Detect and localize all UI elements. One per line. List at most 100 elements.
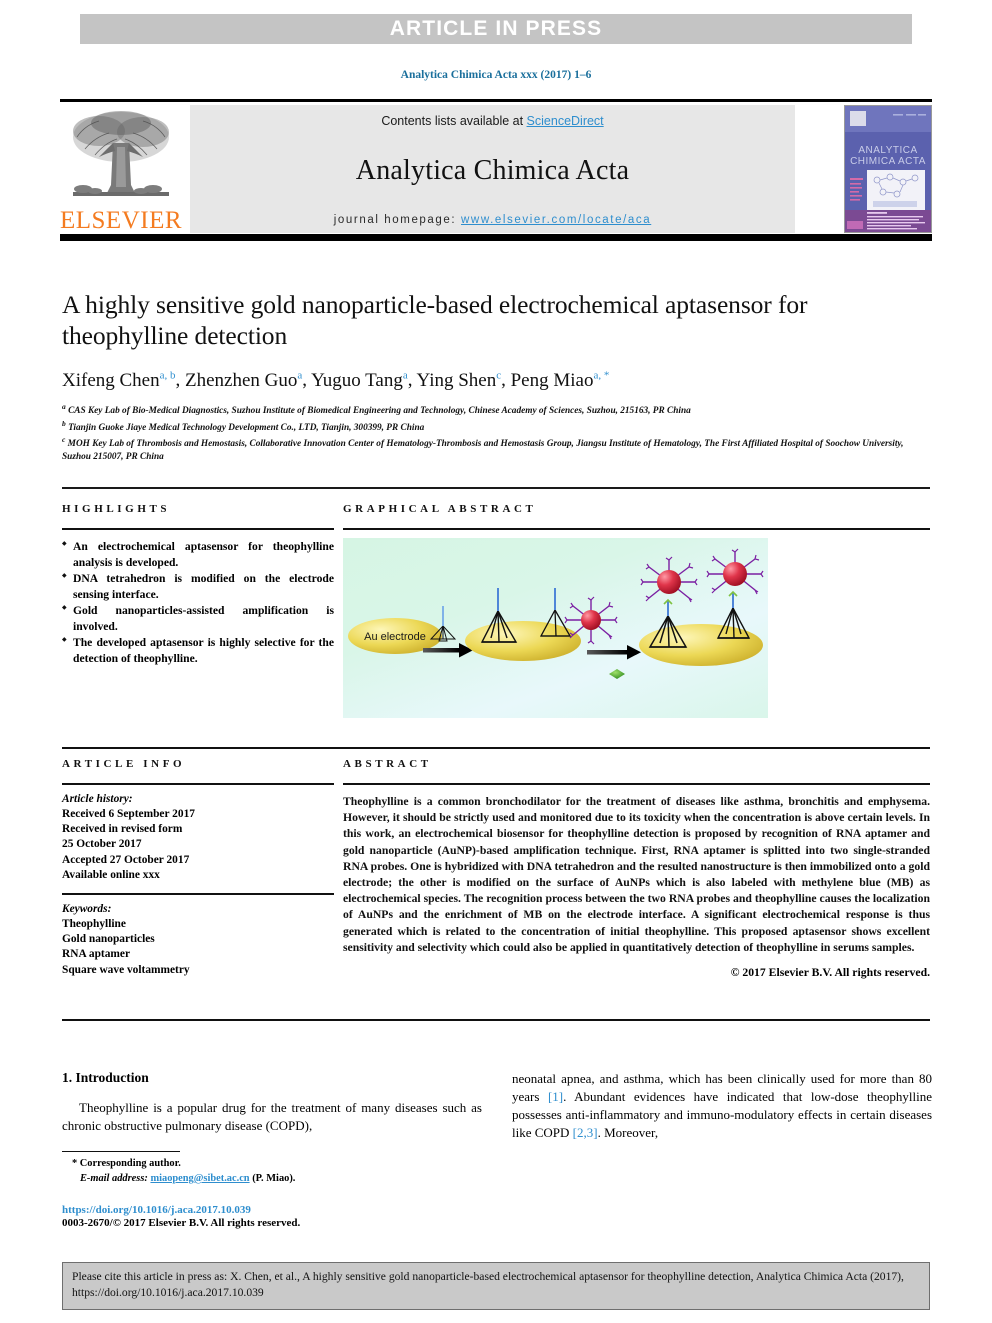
affiliation-text: Tianjin Guoke Jiaye Medical Technology D… [68,422,425,433]
elsevier-tree-icon [73,111,169,196]
author-entry[interactable]: Zhenzhen Guoa [185,369,303,391]
theophylline-molecule [609,669,625,679]
affiliation-mark: b [62,418,66,428]
article-info-heading: ARTICLE INFO [62,758,186,770]
info-zone-bottom-rule [62,1019,930,1021]
svg-text:ANALYTICA: ANALYTICA [858,145,917,156]
corresponding-author-note: * Corresponding author. [72,1158,181,1170]
history-item: Received in revised form [62,823,183,836]
footnote-rule [62,1150,180,1153]
please-cite-box: Please cite this article in press as: X.… [62,1262,930,1310]
abstract-text: Theophylline is a common bronchodilator … [343,795,930,954]
article-in-press-banner: ARTICLE IN PRESS [80,14,912,44]
author-affil-mark: a [297,369,303,382]
bound-aunp-left [640,556,698,603]
affiliation-item: c MOH Key Lab of Thrombosis and Hemostas… [62,435,930,464]
article-history-label: Article history: [62,793,133,805]
list-item: DNA tetrahedron is modified on the elect… [62,571,334,602]
journal-homepage-link[interactable]: www.elsevier.com/locate/aca [461,214,651,226]
issn-copyright-line: 0003-2670/© 2017 Elsevier B.V. All right… [62,1216,301,1229]
section-title-introduction: 1. Introduction [62,1070,149,1085]
article-in-press-label: ARTICLE IN PRESS [389,17,603,40]
corresponding-email-link[interactable]: miaopeng@sibet.ac.cn [150,1173,249,1184]
intro-text-part: . Moreover, [597,1124,659,1140]
au-electrode-label: Au electrode [364,631,426,643]
svg-text:CHIMICA ACTA: CHIMICA ACTA [850,156,926,167]
masthead-body: ELSEVIER Contents lists available at Sci… [60,103,932,233]
journal-cover-thumbnail: ANALYTICA CHIMICA ACTA [844,105,932,233]
email-label: E-mail address: [80,1172,148,1184]
author-name: Peng Miao [510,369,594,391]
email-suffix: (P. Miao). [252,1172,296,1184]
author-affil-mark: c [496,369,502,382]
aptasensor-schematic: Au electrode [348,548,764,679]
highlights-list: An electrochemical aptasensor for theoph… [62,539,334,666]
article-info-section: ARTICLE INFO Article history: Received 6… [62,758,334,978]
author-entry[interactable]: Peng Miaoa, * [510,369,610,391]
list-item: An electrochemical aptasensor for theoph… [62,539,334,570]
article-info-rule [62,783,334,785]
author-name: Xifeng Chen [62,369,160,391]
bound-aunp-right [706,548,764,595]
journal-homepage-label: journal homepage: [333,214,457,226]
elsevier-wordmark: ELSEVIER [59,207,183,234]
abstract-section: ABSTRACT Theophylline is a common bronch… [343,758,930,979]
contents-lists-line: Contents lists available at ScienceDirec… [381,114,603,128]
keyword-item: RNA aptamer [62,948,131,961]
email-note: E-mail address: miaopeng@sibet.ac.cn (P.… [62,1172,482,1187]
keywords-label: Keywords: [62,902,112,915]
author-affil-mark: a, b [159,369,176,382]
affiliation-item: b Tianjin Guoke Jiaye Medical Technology… [62,419,930,435]
author-affil-mark: a, * [593,369,610,382]
graphical-abstract-section: GRAPHICAL ABSTRACT Au electrode [343,503,930,718]
keyword-item: Gold nanoparticles [62,933,155,946]
article-history: Article history: Received 6 September 20… [62,792,334,883]
author-affil-mark: a [402,369,408,382]
affiliation-mark: a [62,402,66,412]
affiliation-list: a CAS Key Lab of Bio-Medical Diagnostics… [62,402,930,464]
graphical-abstract-figure: Au electrode [343,538,768,718]
keywords-block: Keywords: Theophylline Gold nanoparticle… [62,902,334,978]
doi-link[interactable]: https://doi.org/10.1016/j.aca.2017.10.03… [62,1204,251,1216]
highlights-rule [62,528,334,530]
body-column-left: 1. Introduction Theophylline is a popula… [62,1070,482,1229]
reference-citation[interactable]: [1] [548,1089,563,1104]
author-name: Yuguo Tang [311,369,403,391]
contents-lists-prefix: Contents lists available at [381,114,527,128]
elsevier-logo: ELSEVIER [60,105,182,233]
author-entry[interactable]: Xifeng Chena, b [62,369,176,391]
graphical-abstract-rule [343,528,930,530]
please-cite-text: Please cite this article in press as: X.… [72,1270,904,1299]
doi-line[interactable]: https://doi.org/10.1016/j.aca.2017.10.03… [62,1204,482,1216]
masthead-top-rule [60,99,932,102]
abstract-rule [343,783,930,785]
info-zone-top-rule [62,487,930,489]
page-title: A highly sensitive gold nanoparticle-bas… [62,290,808,351]
journal-title: Analytica Chimica Acta [355,155,630,186]
graphical-abstract-heading: GRAPHICAL ABSTRACT [343,503,537,515]
title-block: A highly sensitive gold nanoparticle-bas… [62,289,930,464]
abstract-copyright: © 2017 Elsevier B.V. All rights reserved… [730,966,930,980]
author-entry[interactable]: Yuguo Tanga [311,369,408,391]
abstract-heading: ABSTRACT [343,758,432,770]
author-name: Zhenzhen Guo [185,369,298,391]
intro-paragraph-right: neonatal apnea, and asthma, which has be… [512,1070,932,1142]
affiliation-text: MOH Key Lab of Thrombosis and Hemostasis… [62,438,904,463]
journal-cover-art: ANALYTICA CHIMICA ACTA [845,106,931,232]
footnote-block: * Corresponding author. E-mail address: … [62,1157,482,1187]
author-entry[interactable]: Ying Shenc [416,369,502,391]
author-name: Ying Shen [416,369,497,391]
sciencedirect-link[interactable]: ScienceDirect [527,114,604,128]
highlights-heading: HIGHLIGHTS [62,503,171,515]
affiliation-text: CAS Key Lab of Bio-Medical Diagnostics, … [68,406,691,417]
list-item: The developed aptasensor is highly selec… [62,635,334,666]
reference-citation[interactable]: [2,3] [573,1125,598,1140]
history-item: 25 October 2017 [62,838,142,851]
masthead-bottom-rule [60,234,932,241]
running-head-citation: Analytica Chimica Acta xxx (2017) 1–6 [400,69,592,81]
highlights-section: HIGHLIGHTS An electrochemical aptasensor… [62,503,334,667]
keyword-item: Square wave voltammetry [62,963,190,976]
arrow-2 [587,645,641,660]
journal-homepage-line: journal homepage: www.elsevier.com/locat… [334,214,651,226]
history-item: Received 6 September 2017 [62,808,195,821]
